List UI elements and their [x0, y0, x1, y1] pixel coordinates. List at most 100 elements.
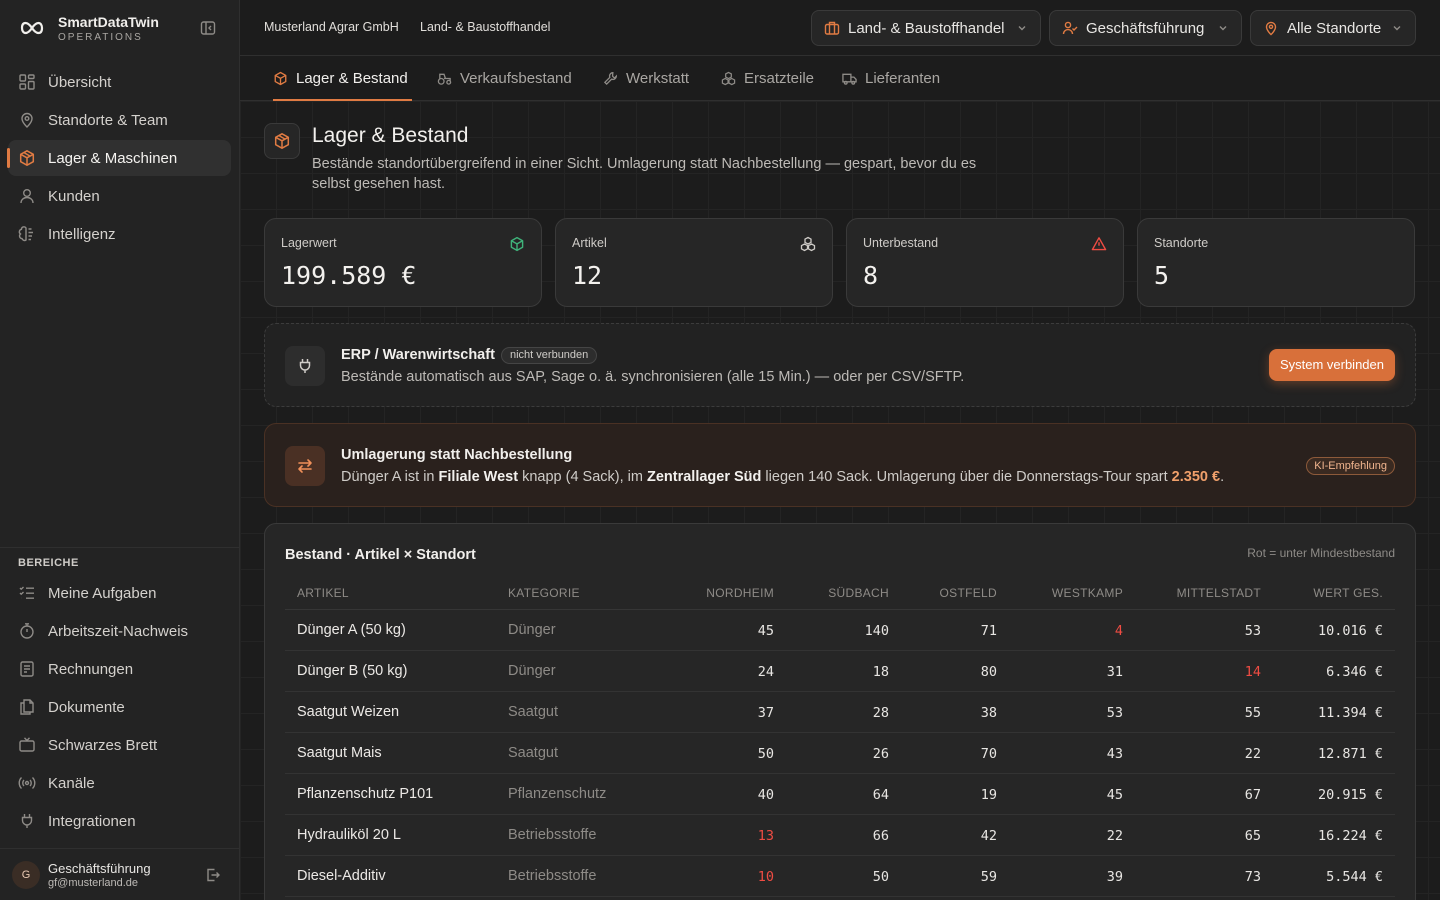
ai-recommendation-badge: KI-Empfehlung — [1306, 457, 1395, 475]
table-row[interactable]: Pflanzenschutz P101 Pflanzenschutz 40 64 19 4… — [285, 774, 1395, 815]
stock-cell: 18 — [872, 664, 889, 680]
sidebar-item-lager[interactable]: Lager & Maschinen — [7, 140, 231, 176]
table-row[interactable]: Hydrauliköl 20 L Betriebsstoffe 13 66 42 22 65… — [285, 815, 1395, 856]
article-name: Dünger A (50 kg) — [297, 622, 406, 638]
warning-icon — [1091, 236, 1107, 252]
user-icon — [18, 187, 36, 205]
stock-cell: 53 — [1244, 623, 1261, 639]
user-profile[interactable]: G Geschäftsführung gf@musterland.de — [0, 848, 239, 900]
division-dropdown[interactable]: Land- & Baustoffhandel — [811, 10, 1041, 46]
sidebar-item-standorte[interactable]: Standorte & Team — [8, 102, 231, 138]
grid-icon — [18, 73, 36, 91]
table-row[interactable]: Diesel-Additiv Betriebsstoffe 10 50 59 39 73 5.… — [285, 856, 1395, 897]
column-header[interactable]: MITTELSTADT — [1177, 586, 1261, 600]
role-dropdown[interactable]: Geschäftsführung — [1049, 10, 1242, 46]
stat-card-artikel: Artikel 12 — [555, 218, 833, 307]
stock-cell: 67 — [1244, 787, 1261, 803]
sidebar: SmartDataTwin OPERATIONS Übersicht Stand… — [0, 0, 240, 900]
stock-cell: 22 — [1106, 828, 1123, 844]
erp-description: Bestände automatisch aus SAP, Sage o. ä.… — [341, 369, 965, 385]
sidebar-collapse-icon[interactable] — [200, 20, 216, 36]
page-description: Bestände standortübergreifend in einer S… — [312, 156, 977, 192]
connect-system-button[interactable]: System verbinden — [1268, 349, 1395, 381]
sidebar-item-label: Rechnungen — [48, 660, 134, 678]
table-row[interactable]: Dünger B (50 kg) Dünger 24 18 80 31 14 6.346 € — [285, 651, 1395, 692]
stock-cell: 14 — [1244, 664, 1261, 680]
recommendation-card: Umlagerung statt Nachbestellung Dünger A… — [264, 423, 1416, 507]
chevron-down-icon — [1217, 22, 1229, 34]
wrench-icon — [603, 71, 618, 86]
sidebar-item-aufgaben[interactable]: Meine Aufgaben — [8, 575, 231, 611]
column-header[interactable]: KATEGORIE — [508, 586, 580, 600]
documents-icon — [18, 698, 36, 716]
recommendation-title: Umlagerung statt Nachbestellung — [341, 447, 573, 463]
stock-cell: 50 — [757, 746, 774, 762]
tab-ersatzteile[interactable]: Ersatzteile — [721, 56, 814, 101]
recommendation-icon-box — [285, 446, 325, 486]
table-row[interactable]: Saatgut Mais Saatgut 50 26 70 43 22 12.871 € — [285, 733, 1395, 774]
cubes-icon — [721, 71, 736, 86]
article-name: Hydrauliköl 20 L — [297, 827, 401, 843]
total-value-cell: 10.016 € — [1317, 623, 1383, 639]
table-header: ARTIKEL KATEGORIE NORDHEIM SÜDBACH OSTFE… — [285, 576, 1395, 610]
sidebar-item-label: Integrationen — [48, 812, 136, 830]
stock-cell: 70 — [980, 746, 997, 762]
article-name: Pflanzenschutz P101 — [297, 786, 434, 802]
breadcrumb-company[interactable]: Musterland Agrar GmbH — [264, 20, 399, 34]
column-header[interactable]: OSTFELD — [940, 586, 997, 600]
tab-lieferanten[interactable]: Lieferanten — [842, 56, 940, 101]
stat-value: 12 — [572, 261, 603, 290]
sidebar-item-rechnungen[interactable]: Rechnungen — [8, 651, 231, 687]
breadcrumb-division[interactable]: Land- & Baustoffhandel — [420, 20, 550, 34]
stock-cell: 53 — [1106, 705, 1123, 721]
tab-label: Werkstatt — [626, 70, 690, 87]
column-header[interactable]: NORDHEIM — [706, 586, 774, 600]
sidebar-item-label: Dokumente — [48, 698, 125, 716]
brand[interactable]: SmartDataTwin OPERATIONS — [20, 12, 220, 46]
location-dropdown-value: Alle Standorte — [1287, 19, 1382, 37]
sidebar-item-kanaele[interactable]: Kanäle — [8, 765, 231, 801]
tab-label: Lieferanten — [865, 70, 941, 87]
stock-cell: 65 — [1244, 828, 1261, 844]
sidebar-item-schwarzes-brett[interactable]: Schwarzes Brett — [8, 727, 231, 763]
box-icon — [273, 71, 288, 86]
box-icon — [509, 236, 525, 252]
role-dropdown-value: Geschäftsführung — [1086, 19, 1205, 37]
column-header[interactable]: WERT GES. — [1313, 586, 1383, 600]
logout-icon[interactable] — [205, 867, 221, 883]
total-value-cell: 11.394 € — [1317, 705, 1383, 721]
column-header[interactable]: SÜDBACH — [828, 586, 889, 600]
article-name: Dünger B (50 kg) — [297, 663, 408, 679]
box-icon — [273, 132, 291, 150]
tab-label: Verkaufsbestand — [460, 70, 572, 87]
stock-cell: 19 — [980, 787, 997, 803]
tab-label: Lager & Bestand — [296, 70, 408, 87]
tab-verkaufsbestand[interactable]: Verkaufsbestand — [437, 56, 572, 101]
tab-lager-bestand[interactable]: Lager & Bestand — [273, 56, 412, 101]
stat-value: 199.589 € — [281, 261, 417, 290]
stock-table-card: Bestand · Artikel × Standort Rot = unter… — [264, 523, 1416, 900]
column-header[interactable]: ARTIKEL — [297, 586, 349, 600]
sidebar-item-intelligenz[interactable]: Intelligenz — [8, 216, 231, 252]
table-row[interactable]: Dünger A (50 kg) Dünger 45 140 71 4 53 10.016 € — [285, 610, 1395, 651]
location-dropdown[interactable]: Alle Standorte — [1250, 10, 1416, 46]
table-row[interactable]: Saatgut Weizen Saatgut 37 28 38 53 55 11.394 € — [285, 692, 1395, 733]
infinity-logo-icon — [20, 18, 44, 38]
stock-cell: 40 — [757, 787, 774, 803]
erp-status-badge: nicht verbunden — [501, 347, 598, 364]
tab-werkstatt[interactable]: Werkstatt — [603, 56, 689, 101]
cubes-icon — [800, 236, 816, 252]
app-window: SmartDataTwin OPERATIONS Übersicht Stand… — [0, 0, 1440, 900]
section-nav: Meine Aufgaben Arbeitszeit-Nachweis Rech… — [8, 575, 231, 841]
sidebar-item-dokumente[interactable]: Dokumente — [8, 689, 231, 725]
avatar: G — [12, 861, 40, 889]
sidebar-item-label: Übersicht — [48, 73, 112, 91]
stock-cell: 55 — [1244, 705, 1261, 721]
article-name: Saatgut Mais — [297, 745, 382, 761]
sidebar-item-integrationen[interactable]: Integrationen — [8, 803, 231, 839]
sidebar-item-uebersicht[interactable]: Übersicht — [8, 64, 231, 100]
column-header[interactable]: WESTKAMP — [1052, 586, 1123, 600]
division-dropdown-value: Land- & Baustoffhandel — [848, 19, 1005, 37]
sidebar-item-kunden[interactable]: Kunden — [8, 178, 231, 214]
sidebar-item-arbeitszeit[interactable]: Arbeitszeit-Nachweis — [8, 613, 231, 649]
